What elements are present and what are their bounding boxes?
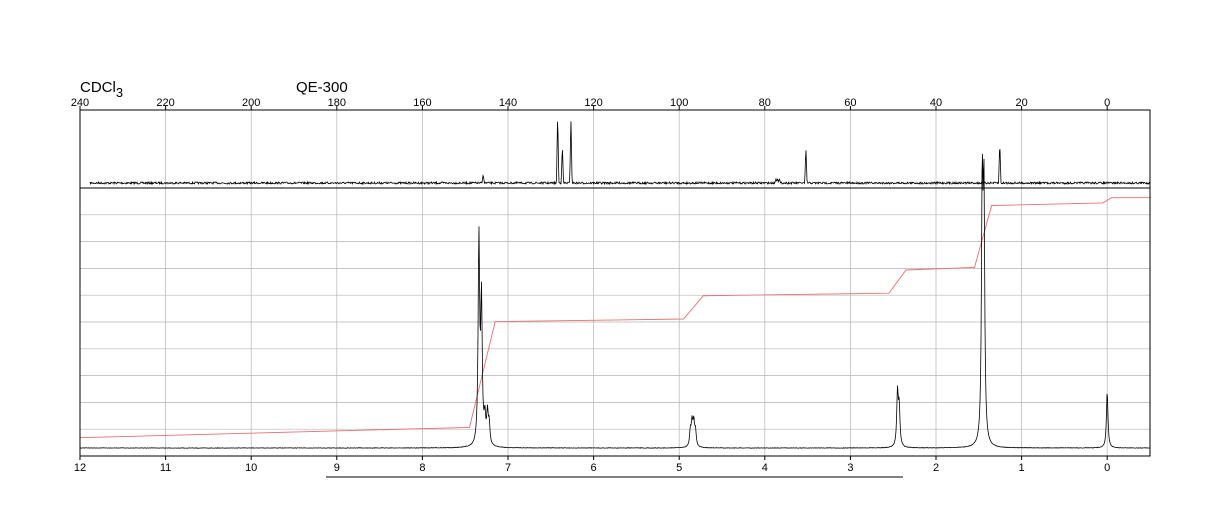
h1-integral-curve: [79, 197, 1150, 439]
h1-tick-label: 10: [245, 462, 257, 474]
c13-tick-label: 80: [759, 97, 771, 109]
c13-tick-label: 160: [413, 97, 431, 109]
h1-tick-label: 12: [74, 462, 86, 474]
h1-tick-label: 0: [1104, 462, 1110, 474]
h1-tick-label: 6: [591, 462, 597, 474]
h1-axis-tick-labels: 12 11 10 9 8 7 6 5 4 3 2 1 0: [74, 462, 1110, 474]
c13-tick-label: 140: [499, 97, 517, 109]
h1-spectrum-panel: 12 11 10 9 8 7 6 5 4 3 2 1 0: [74, 153, 1151, 474]
instrument-label: QE-300: [296, 79, 348, 96]
h1-spectrum-trace: [79, 153, 1151, 449]
c13-spectrum-panel: 240 220 200 180 160 140 120 100 80 60 40 20 0: [71, 97, 1151, 189]
c13-tick-label: 200: [242, 97, 260, 109]
h1-tick-label: 5: [676, 462, 682, 474]
h1-tick-label: 11: [160, 462, 171, 474]
c13-tick-label: 40: [930, 97, 942, 109]
h1-grid: [79, 188, 1150, 456]
c13-tick-label: 120: [584, 97, 602, 109]
h1-tick-label: 2: [933, 462, 939, 474]
c13-axis-tick-labels: 240 220 200 180 160 140 120 100 80 60 40 20 0: [71, 97, 1110, 109]
c13-tick-label: 220: [156, 97, 174, 109]
h1-tick-label: 7: [505, 462, 511, 474]
solvent-label-main: CDCl: [80, 79, 116, 96]
solvent-label-subscript: 3: [116, 85, 123, 100]
nmr-spectrum-chart: CDCl3 QE-300 240 220 200 180 160 140 120 100 80 6…: [71, 79, 1151, 478]
c13-tick-label: 180: [328, 97, 346, 109]
c13-tick-label: 0: [1104, 97, 1110, 109]
h1-axis-ticks: [79, 456, 1108, 460]
h1-tick-label: 8: [419, 462, 425, 474]
h1-tick-label: 1: [1019, 462, 1025, 474]
c13-tick-label: 20: [1015, 97, 1027, 109]
c13-tick-label: 60: [844, 97, 856, 109]
h1-tick-label: 9: [334, 462, 340, 474]
c13-tick-label: 100: [670, 97, 688, 109]
c13-frame: [79, 109, 1151, 189]
c13-spectrum-trace: [89, 121, 1151, 186]
h1-tick-label: 4: [762, 462, 768, 474]
h1-tick-label: 3: [847, 462, 853, 474]
c13-grid: [79, 110, 1108, 188]
c13-tick-label: 240: [71, 97, 89, 109]
